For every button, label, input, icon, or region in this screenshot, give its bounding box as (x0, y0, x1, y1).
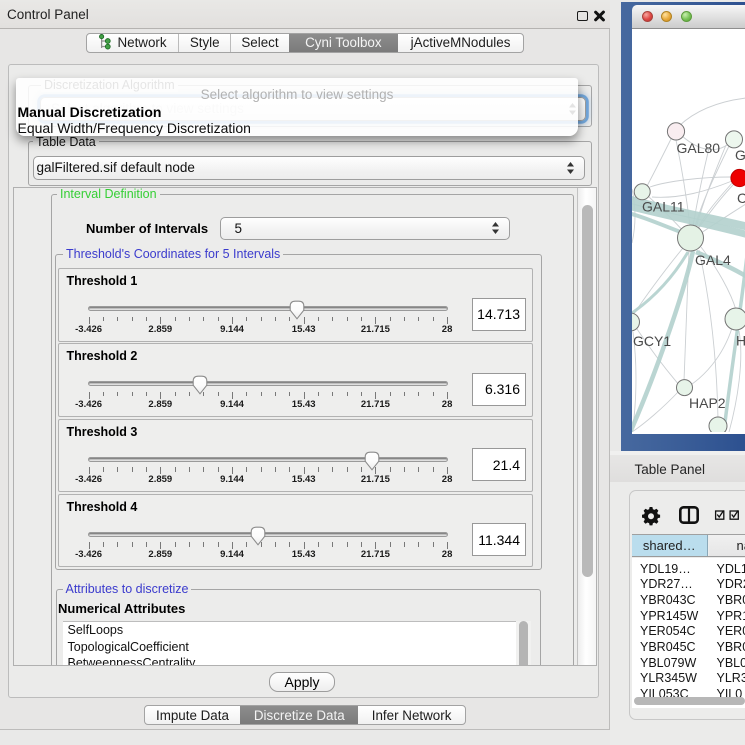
svg-text:GAL80: GAL80 (676, 140, 720, 156)
svg-text:HA: HA (736, 333, 745, 349)
svg-text:GAL11: GAL11 (642, 199, 685, 215)
svg-text:GA: GA (735, 147, 745, 163)
svg-text:HAP2: HAP2 (689, 395, 726, 411)
svg-text:GCY1: GCY1 (633, 333, 671, 349)
svg-text:GAL4: GAL4 (695, 252, 731, 268)
svg-text:C: C (737, 190, 745, 206)
